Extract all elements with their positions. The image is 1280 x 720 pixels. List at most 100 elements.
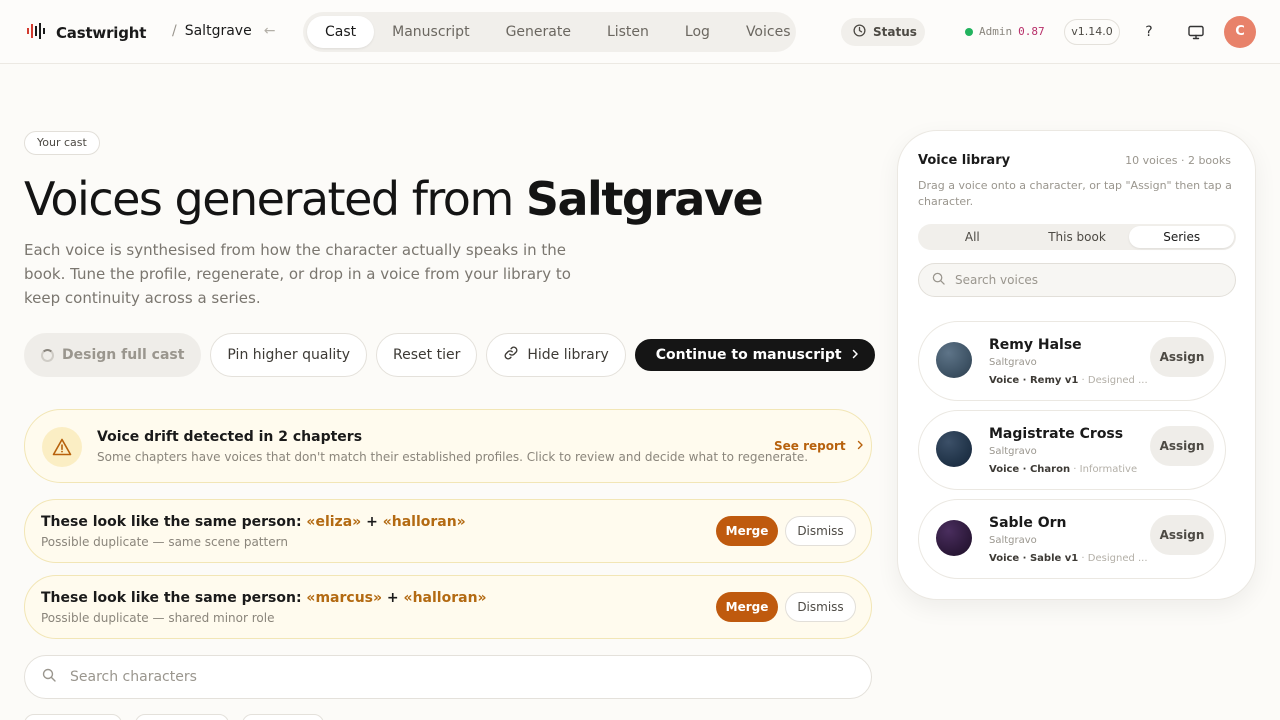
pin-higher-quality-button[interactable]: Pin higher quality [210, 333, 368, 377]
character-search-input[interactable]: Search characters [24, 655, 872, 699]
filter-chip[interactable] [242, 714, 324, 720]
voice-orb-avatar [936, 520, 972, 556]
voice-orb-avatar [936, 431, 972, 467]
voice-meta: Voice · Charon · Informative [989, 464, 1137, 475]
online-dot [965, 27, 973, 36]
character-name-b: «halloran» [403, 590, 487, 606]
top-bar: Castwright / Saltgrave ← Cast Manuscript… [0, 0, 1280, 64]
section-eyebrow: Your cast [24, 131, 100, 155]
hide-library-button[interactable]: Hide library [486, 333, 626, 377]
filter-chips [24, 714, 324, 720]
clock-icon [853, 24, 866, 40]
brand-name: Castwright [56, 24, 147, 42]
tab-listen[interactable]: Listen [589, 16, 667, 48]
library-title: Voice library [918, 153, 1011, 168]
filter-chip[interactable] [24, 714, 122, 720]
tab-manuscript[interactable]: Manuscript [374, 16, 487, 48]
dismiss-button[interactable]: Dismiss [785, 592, 856, 622]
library-filter-tabs: All This book Series [918, 224, 1236, 250]
page-title: Voices generated from Saltgrave [24, 172, 764, 226]
duplicate-joiner: + [361, 514, 383, 530]
library-help-text: Drag a voice onto a character, or tap "A… [918, 179, 1232, 208]
waveform-logo-icon [26, 22, 46, 44]
help-button[interactable]: ? [1136, 20, 1162, 44]
search-icon [42, 668, 56, 686]
character-name-a: «marcus» [306, 590, 383, 606]
voice-search-placeholder: Search voices [955, 273, 1039, 287]
voice-id: Voice · Remy v1 [989, 375, 1079, 386]
voice-id: Voice · Charon [989, 464, 1071, 475]
avatar[interactable]: C [1224, 16, 1256, 48]
duplicate-title: These look like the same person: «eliza»… [41, 514, 466, 530]
character-search-placeholder: Search characters [70, 669, 197, 685]
duplicate-title: These look like the same person: «marcus… [41, 590, 487, 606]
merge-button[interactable]: Merge [716, 516, 778, 546]
admin-value: 0.87 [1018, 25, 1045, 38]
assign-button[interactable]: Assign [1150, 515, 1214, 555]
status-button[interactable]: Status [841, 18, 925, 46]
duplicate-description: Possible duplicate — same scene pattern [41, 535, 288, 549]
breadcrumb-separator: / [172, 23, 177, 39]
project-name[interactable]: Saltgrave [185, 23, 252, 39]
back-arrow-icon[interactable]: ← [264, 23, 276, 39]
voice-note: · Designed ... [1078, 375, 1148, 386]
continue-label: Continue to manuscript [655, 347, 842, 363]
admin-label: Admin [979, 25, 1013, 38]
voice-id: Voice · Sable v1 [989, 553, 1079, 564]
voice-book: Saltgravo [989, 446, 1037, 457]
duplicate-joiner: + [382, 590, 404, 606]
chevron-right-icon [856, 439, 864, 453]
library-tab-all[interactable]: All [920, 226, 1025, 248]
display-monitor-icon[interactable] [1181, 18, 1211, 46]
page-subtitle: Each voice is synthesised from how the c… [24, 241, 571, 307]
voice-drift-alert[interactable]: Voice drift detected in 2 chapters Some … [24, 409, 872, 483]
library-tab-this-book[interactable]: This book [1025, 226, 1130, 248]
library-tab-series[interactable]: Series [1129, 226, 1235, 248]
status-label: Status [873, 25, 917, 39]
voice-orb-avatar [936, 342, 972, 378]
voice-card[interactable]: Remy Halse Saltgravo Voice · Remy v1 · D… [918, 321, 1226, 401]
library-count: 10 voices · 2 books [1125, 154, 1231, 167]
page-title-book: Saltgrave [525, 172, 764, 226]
reset-tier-button[interactable]: Reset tier [376, 333, 478, 377]
filter-chip[interactable] [135, 714, 229, 720]
tab-cast[interactable]: Cast [307, 16, 375, 48]
assign-button[interactable]: Assign [1150, 426, 1214, 466]
page-title-prefix: Voices generated from [24, 172, 526, 226]
duplicate-suggestion: These look like the same person: «eliza»… [24, 499, 872, 563]
voice-book: Saltgravo [989, 357, 1037, 368]
tab-log[interactable]: Log [667, 16, 728, 48]
assign-button[interactable]: Assign [1150, 337, 1214, 377]
voice-library-panel: Voice library 10 voices · 2 books Drag a… [897, 130, 1256, 600]
chevron-right-icon [850, 347, 860, 363]
brand[interactable]: Castwright [26, 22, 146, 44]
admin-indicator: Admin 0.87 [965, 25, 1045, 38]
dismiss-button[interactable]: Dismiss [785, 516, 856, 546]
tab-generate[interactable]: Generate [488, 16, 589, 48]
alert-description: Some chapters have voices that don't mat… [97, 450, 809, 464]
voice-card[interactable]: Sable Orn Saltgravo Voice · Sable v1 · D… [918, 499, 1226, 579]
continue-to-manuscript-button[interactable]: Continue to manuscript [634, 339, 875, 371]
duplicate-title-prefix: These look like the same person: [41, 514, 307, 530]
action-bar: Design full cast Pin higher quality Rese… [24, 333, 875, 377]
see-report-link[interactable]: See report [774, 439, 864, 453]
tab-voices[interactable]: Voices [728, 16, 809, 48]
voice-card[interactable]: Magistrate Cross Saltgravo Voice · Charo… [918, 410, 1226, 490]
search-icon [932, 272, 945, 288]
duplicate-title-prefix: These look like the same person: [41, 590, 307, 606]
alert-title: Voice drift detected in 2 chapters [97, 429, 363, 445]
design-full-cast-button[interactable]: Design full cast [24, 333, 202, 377]
main-tabs: Cast Manuscript Generate Listen Log Voic… [303, 12, 796, 52]
voice-note: · Designed ... [1078, 553, 1148, 564]
voice-search-input[interactable]: Search voices [918, 263, 1236, 297]
merge-button[interactable]: Merge [716, 592, 778, 622]
voice-book: Saltgravo [989, 535, 1037, 546]
loading-spinner-icon [41, 348, 54, 362]
voice-meta: Voice · Sable v1 · Designed ... [989, 553, 1148, 564]
voice-note: · Informative [1070, 464, 1138, 475]
duplicate-suggestion: These look like the same person: «marcus… [24, 575, 872, 639]
breadcrumb: / Saltgrave ← [172, 23, 275, 39]
version-badge[interactable]: v1.14.0 [1064, 19, 1120, 45]
duplicate-description: Possible duplicate — shared minor role [41, 611, 275, 625]
voice-name: Sable Orn [989, 515, 1067, 531]
